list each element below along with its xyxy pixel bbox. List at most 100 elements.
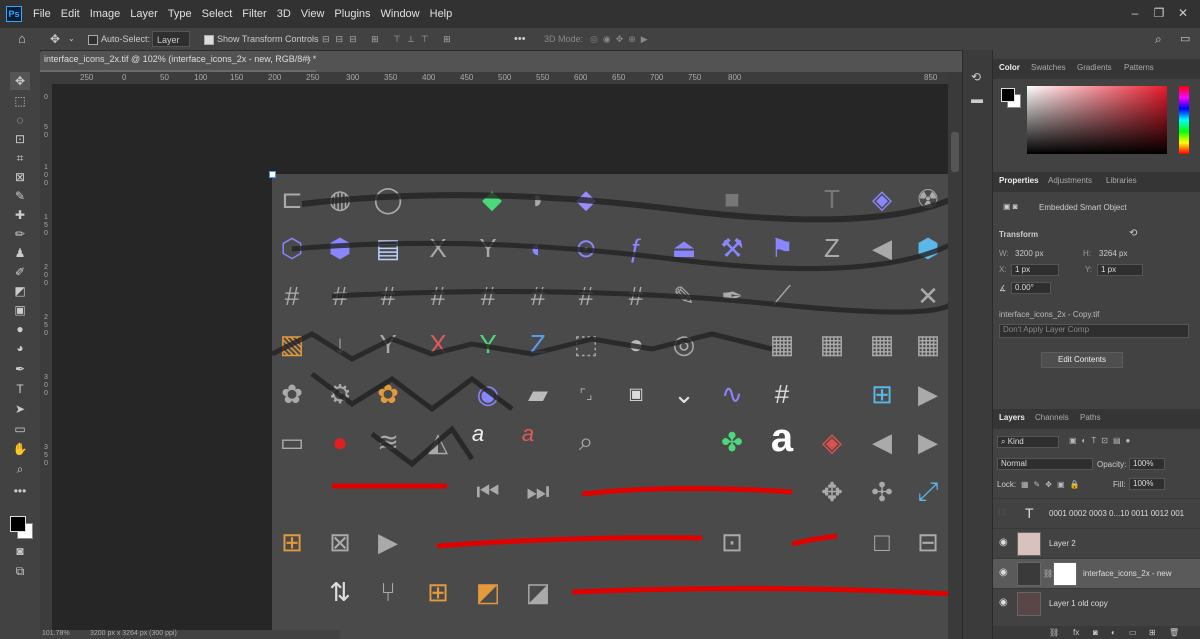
menu-file[interactable]: File xyxy=(28,8,56,20)
rectangle-tool-icon[interactable]: ▭ xyxy=(10,420,30,438)
layer-row[interactable]: ◉ Layer 2 xyxy=(993,528,1200,559)
visibility-off-icon[interactable]: □ xyxy=(999,507,1005,518)
menu-plugins[interactable]: Plugins xyxy=(329,8,375,20)
tab-adjustments[interactable]: Adjustments xyxy=(1048,176,1092,185)
tab-layers[interactable]: Layers xyxy=(999,413,1025,422)
tab-color[interactable]: Color xyxy=(999,63,1020,72)
scroll-thumb[interactable] xyxy=(951,132,959,172)
layer-mask-thumbnail[interactable] xyxy=(1053,562,1077,586)
mask-icon[interactable]: ◙ xyxy=(1093,628,1098,637)
menu-layer[interactable]: Layer xyxy=(125,8,163,20)
x-field[interactable]: 1 px xyxy=(1011,264,1059,276)
angle-field[interactable]: 0.00° xyxy=(1011,282,1051,294)
eraser-tool-icon[interactable]: ◩ xyxy=(10,282,30,300)
tab-swatches[interactable]: Swatches xyxy=(1031,63,1066,72)
menu-type[interactable]: Type xyxy=(163,8,197,20)
tab-properties[interactable]: Properties xyxy=(999,176,1039,185)
height-value[interactable]: 3264 px xyxy=(1099,249,1127,258)
fill-field[interactable]: 100% xyxy=(1129,478,1165,490)
tab-libraries[interactable]: Libraries xyxy=(1106,176,1137,185)
minimize-icon[interactable]: – xyxy=(1128,6,1142,20)
lasso-tool-icon[interactable]: ◌ xyxy=(10,111,30,129)
more-options-icon[interactable]: ••• xyxy=(514,31,526,47)
layer-row[interactable]: □ T 0001 0002 0003 0...10 0011 0012 001 xyxy=(993,498,1200,529)
path-select-icon[interactable]: ➤ xyxy=(10,400,30,418)
dodge-tool-icon[interactable]: ◕ xyxy=(10,339,30,357)
document-canvas[interactable]: ⊏ ◍ ◯ ◆ ◗ ◆ ■ T ◈ ☢ ⬡ ⬢ ▤ X Y ◐ ⊙ ƒ ⏏ ⚒ … xyxy=(269,171,948,639)
workspace-icon[interactable]: ▭ xyxy=(1180,31,1190,47)
fx-icon[interactable]: fx xyxy=(1073,628,1079,637)
type-tool-icon[interactable]: T xyxy=(10,380,30,398)
adjustment-icon[interactable]: ◐ xyxy=(1111,628,1116,637)
auto-select-checkbox[interactable]: Auto-Select: xyxy=(88,31,150,47)
crop-tool-icon[interactable]: ⌗ xyxy=(10,149,30,167)
hand-tool-icon[interactable]: ✋ xyxy=(10,440,30,458)
tab-gradients[interactable]: Gradients xyxy=(1077,63,1112,72)
lock-icons[interactable]: ▦✎✥▣🔒 xyxy=(1021,480,1084,489)
gradient-tool-icon[interactable]: ▣ xyxy=(10,301,30,319)
eye-icon[interactable]: ◉ xyxy=(999,537,1008,548)
menu-3d[interactable]: 3D xyxy=(272,8,296,20)
layer-row-selected[interactable]: ◉ ⛓ interface_icons_2x - new xyxy=(993,558,1200,589)
brush-tool-icon[interactable]: ✏ xyxy=(10,225,30,243)
blur-tool-icon[interactable]: ● xyxy=(10,320,30,338)
document-tab[interactable]: interface_icons_2x.tif @ 102% (interface… xyxy=(40,52,316,72)
quick-select-tool-icon[interactable]: ⊡ xyxy=(10,130,30,148)
zoom-tool-icon[interactable]: ⌕ xyxy=(10,460,30,478)
menu-select[interactable]: Select xyxy=(197,8,238,20)
menu-filter[interactable]: Filter xyxy=(237,8,271,20)
tab-channels[interactable]: Channels xyxy=(1035,413,1069,422)
color-picker-field[interactable] xyxy=(1027,86,1167,154)
eye-icon[interactable]: ◉ xyxy=(999,567,1008,578)
blend-mode-dropdown[interactable]: Normal xyxy=(997,458,1093,470)
history-icon[interactable]: ⟲ xyxy=(971,70,981,84)
3d-tool-icons[interactable]: ◎◉✥⊕▶ xyxy=(590,31,653,47)
foreground-color-swatch[interactable] xyxy=(10,516,26,532)
menu-edit[interactable]: Edit xyxy=(56,8,85,20)
show-transform-checkbox[interactable]: Show Transform Controls xyxy=(204,31,319,47)
tab-paths[interactable]: Paths xyxy=(1080,413,1100,422)
new-layer-icon[interactable]: ⊞ xyxy=(1149,628,1156,637)
marquee-tool-icon[interactable]: ⬚ xyxy=(10,92,30,110)
edit-contents-button[interactable]: Edit Contents xyxy=(1041,352,1123,368)
maximize-icon[interactable]: ❐ xyxy=(1152,6,1166,20)
layer-filter-dropdown[interactable]: ⌕ Kind xyxy=(997,436,1059,448)
auto-select-dropdown[interactable]: Layer xyxy=(152,31,190,47)
foreground-color-swatch[interactable] xyxy=(1001,88,1015,102)
stamp-tool-icon[interactable]: ♟ xyxy=(10,244,30,262)
link-icon[interactable]: ⛓ xyxy=(1049,628,1059,637)
close-icon[interactable]: ✕ xyxy=(1176,6,1190,20)
menu-image[interactable]: Image xyxy=(85,8,126,20)
quick-mask-icon[interactable]: ◙ xyxy=(10,542,30,560)
group-icon[interactable]: ▭ xyxy=(1129,628,1137,637)
menu-help[interactable]: Help xyxy=(425,8,458,20)
eye-icon[interactable]: ◉ xyxy=(999,597,1008,608)
close-tab-icon[interactable]: × xyxy=(306,54,311,64)
width-value[interactable]: 3200 px xyxy=(1015,249,1043,258)
menu-view[interactable]: View xyxy=(296,8,330,20)
healing-tool-icon[interactable]: ✚ xyxy=(10,206,30,224)
align-icons[interactable]: ⊟⊟⊟ ⊞ ⊤⊥⊤ ⊞ xyxy=(322,31,457,47)
canvas-area[interactable]: ⊏ ◍ ◯ ◆ ◗ ◆ ■ T ◈ ☢ ⬡ ⬢ ▤ X Y ◐ ⊙ ƒ ⏏ ⚒ … xyxy=(52,84,948,639)
layer-comp-dropdown[interactable]: Don't Apply Layer Comp xyxy=(999,324,1189,338)
tab-patterns[interactable]: Patterns xyxy=(1124,63,1154,72)
home-icon[interactable]: ⌂ xyxy=(18,31,26,47)
comment-icon[interactable]: ▬ xyxy=(971,92,983,106)
more-tools-icon[interactable]: ••• xyxy=(10,482,30,500)
vertical-scrollbar[interactable] xyxy=(948,72,962,639)
history-brush-icon[interactable]: ✐ xyxy=(10,263,30,281)
menu-window[interactable]: Window xyxy=(376,8,425,20)
search-icon[interactable]: ⌕ xyxy=(1155,31,1162,47)
chevron-down-icon[interactable]: ⌄ xyxy=(68,31,75,47)
layer-filter-icons[interactable]: ▣◐T⊡▤● xyxy=(1069,436,1135,445)
trash-icon[interactable]: 🗑 xyxy=(1169,628,1179,637)
screen-mode-icon[interactable]: ⧉ xyxy=(10,562,30,580)
move-tool-icon[interactable]: ✥ xyxy=(10,72,30,90)
opacity-field[interactable]: 100% xyxy=(1129,458,1165,470)
frame-tool-icon[interactable]: ⊠ xyxy=(10,168,30,186)
move-tool-icon[interactable]: ✥ xyxy=(50,31,60,47)
layer-row[interactable]: ◉ Layer 1 old copy xyxy=(993,588,1200,619)
y-field[interactable]: 1 px xyxy=(1097,264,1143,276)
eyedropper-tool-icon[interactable]: ✎ xyxy=(10,187,30,205)
zoom-level[interactable]: 101.78% xyxy=(42,630,70,637)
